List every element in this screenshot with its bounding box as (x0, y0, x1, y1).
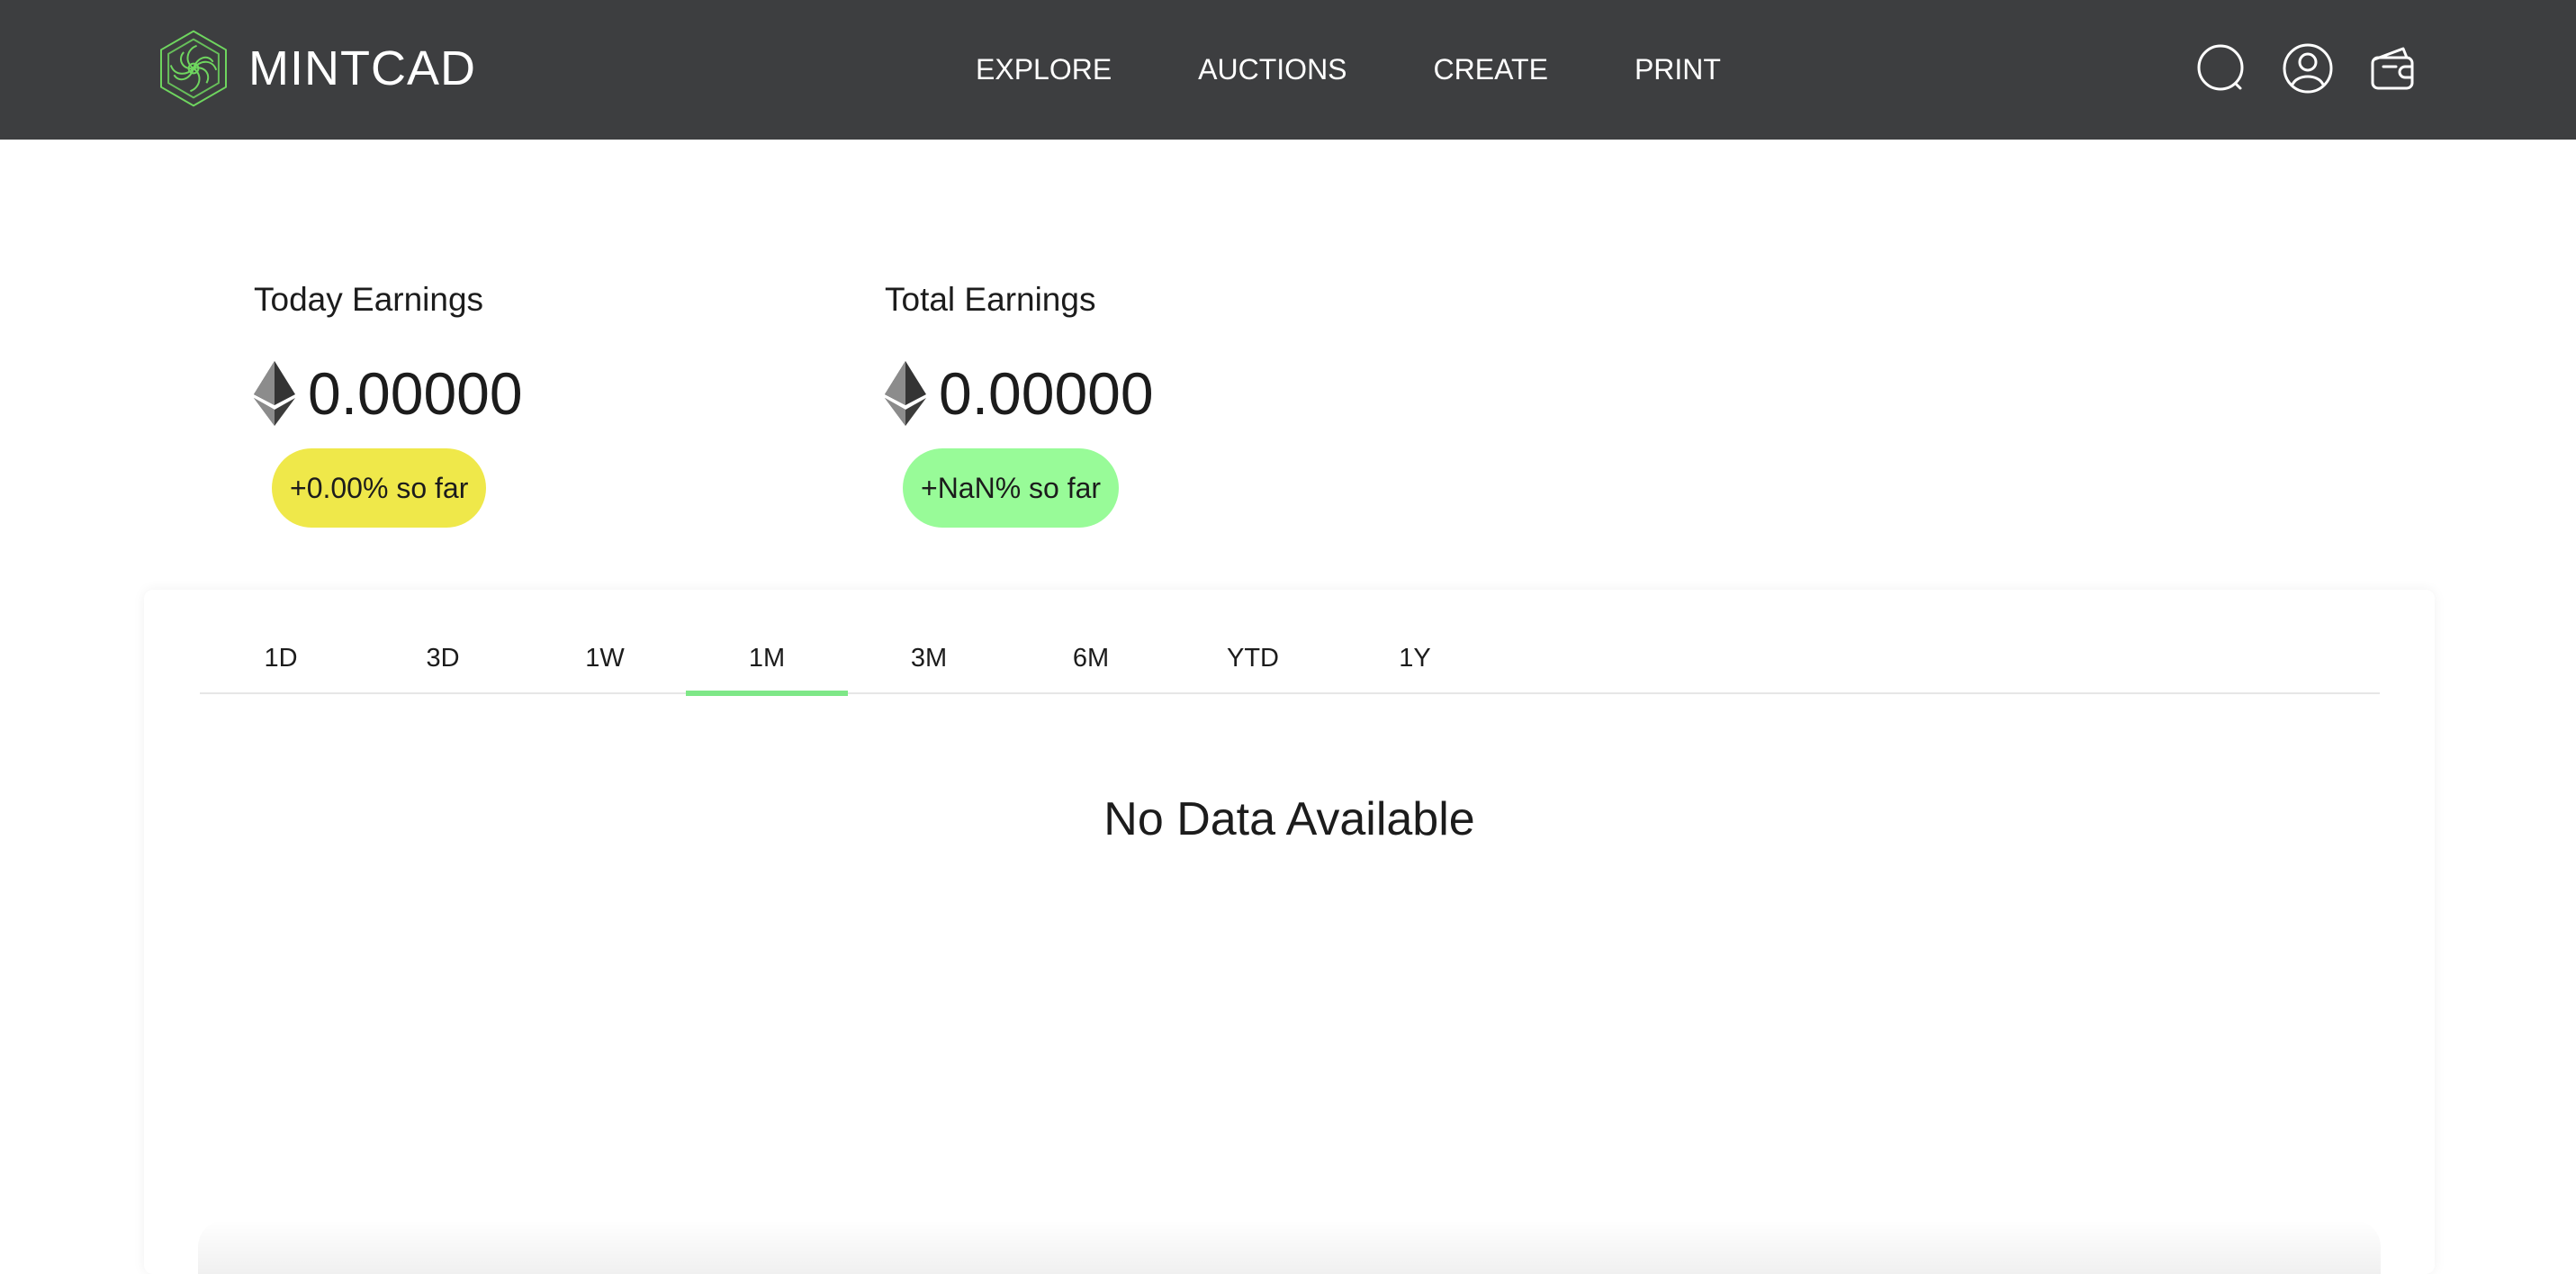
nav-auctions[interactable]: AUCTIONS (1198, 53, 1347, 86)
tab-6m[interactable]: 6M (1010, 629, 1172, 694)
tab-1m[interactable]: 1M (686, 629, 848, 696)
nav-explore[interactable]: EXPLORE (976, 53, 1112, 86)
tab-ytd[interactable]: YTD (1172, 629, 1334, 694)
brand-logo[interactable]: MINTCAD (153, 23, 476, 113)
today-change-badge: +0.00% so far (272, 448, 487, 528)
nav-print[interactable]: PRINT (1635, 53, 1721, 86)
top-navigation-bar: MINTCAD EXPLORE AUCTIONS CREATE PRINT (0, 0, 2576, 140)
total-earnings-label: Total Earnings (885, 281, 1096, 318)
tab-1d[interactable]: 1D (200, 629, 362, 694)
today-earnings-value: 0.00000 (308, 360, 523, 427)
search-icon[interactable] (2193, 40, 2250, 97)
tab-3d[interactable]: 3D (362, 629, 524, 694)
mintcad-logo-icon (160, 30, 227, 107)
today-earnings-value-row: 0.00000 (254, 360, 722, 427)
ethereum-icon (254, 361, 295, 426)
today-earnings-card: Today Earnings 0.00000 +0.00% so far (254, 281, 722, 528)
user-profile-icon[interactable] (2279, 40, 2337, 97)
total-earnings-card: Total Earnings 0.00000 +NaN% so far (885, 281, 1353, 528)
ethereum-icon (885, 361, 926, 426)
tab-1y[interactable]: 1Y (1334, 629, 1496, 694)
wallet-icon[interactable] (2365, 40, 2423, 97)
no-data-message: No Data Available (1103, 793, 1475, 845)
tab-3m[interactable]: 3M (848, 629, 1010, 694)
main-nav: EXPLORE AUCTIONS CREATE PRINT (976, 0, 1721, 140)
today-earnings-label: Today Earnings (254, 281, 484, 318)
tab-1w[interactable]: 1W (524, 629, 686, 694)
total-earnings-value: 0.00000 (939, 360, 1154, 427)
total-earnings-value-row: 0.00000 (885, 360, 1353, 427)
time-range-tabs: 1D 3D 1W 1M 3M 6M YTD 1Y (200, 629, 2380, 696)
total-change-badge: +NaN% so far (903, 448, 1120, 528)
header-actions (2164, 40, 2423, 97)
earnings-chart-panel: 1D 3D 1W 1M 3M 6M YTD 1Y No Data Availab… (144, 590, 2435, 1274)
brand-name: MINTCAD (248, 41, 476, 95)
nav-create[interactable]: CREATE (1434, 53, 1548, 86)
panel-bottom-shadow (198, 1220, 2381, 1274)
